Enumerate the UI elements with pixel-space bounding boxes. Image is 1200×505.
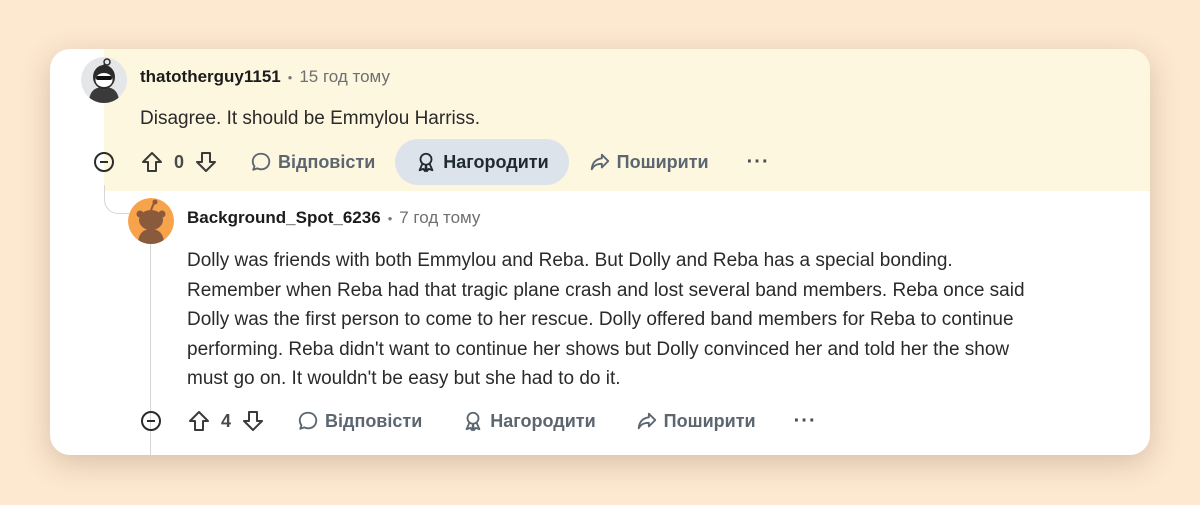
collapse-icon[interactable]	[94, 152, 114, 172]
user-avatar-icon	[81, 57, 127, 103]
meta-separator: •	[387, 210, 393, 226]
share-button[interactable]: Поширити	[622, 398, 770, 444]
thread-connector	[104, 185, 129, 214]
comment-line: Remember when Reba had that tragic plane…	[187, 279, 1025, 301]
timestamp[interactable]: 15 год тому	[299, 67, 390, 87]
upvote-icon[interactable]	[140, 150, 164, 174]
comment-meta: thatotherguy1151 • 15 год тому	[140, 67, 390, 87]
username[interactable]: Background_Spot_6236	[187, 208, 381, 228]
share-button[interactable]: Поширити	[575, 139, 723, 185]
vote-controls: 0	[140, 150, 218, 174]
timestamp[interactable]: 7 год тому	[399, 208, 480, 228]
comment-actions: 0 Відповісти Нагородити Поширити ···	[94, 139, 770, 185]
award-button[interactable]: Нагородити	[395, 139, 569, 185]
share-icon	[590, 153, 609, 171]
comment-line: must go on. It wouldn't be easy but she …	[187, 368, 621, 389]
vote-controls: 4	[187, 409, 265, 433]
comment-actions: 4 Відповісти Нагородити Поширити ···	[141, 398, 817, 444]
comment-line: Dolly was the first person to come to he…	[187, 309, 1014, 330]
more-options-button[interactable]: ···	[794, 410, 817, 433]
reply-button[interactable]: Відповісти	[283, 398, 436, 444]
avatar-thatotherguy1151[interactable]	[81, 57, 127, 103]
downvote-icon[interactable]	[194, 150, 218, 174]
username[interactable]: thatotherguy1151	[140, 67, 281, 87]
award-button[interactable]: Нагородити	[448, 398, 609, 444]
speech-bubble-icon	[251, 152, 271, 171]
share-label: Поширити	[663, 410, 756, 431]
snoo-avatar-icon	[128, 198, 174, 244]
award-label: Нагородити	[443, 151, 549, 172]
comment-body: Disagree. It should be Emmylou Harriss.	[140, 108, 481, 129]
vote-count: 4	[221, 410, 232, 431]
speech-bubble-icon	[298, 411, 318, 430]
avatar-background-spot-6236[interactable]	[128, 198, 174, 244]
share-icon	[637, 412, 656, 430]
award-icon	[418, 152, 434, 173]
reply-label: Відповісти	[325, 410, 423, 431]
award-label: Нагородити	[490, 410, 596, 431]
reply-label: Відповісти	[278, 151, 376, 172]
award-icon	[465, 411, 481, 432]
comment-thread-card: thatotherguy1151 • 15 год тому Disagree.…	[50, 49, 1150, 455]
vote-count: 0	[174, 151, 185, 172]
comment-line: Dolly was friends with both Emmylou and …	[187, 250, 953, 271]
reply-button[interactable]: Відповісти	[236, 139, 389, 185]
more-options-button[interactable]: ···	[747, 151, 770, 174]
comment-meta: Background_Spot_6236 • 7 год тому	[187, 208, 480, 228]
meta-separator: •	[287, 69, 293, 85]
downvote-icon[interactable]	[241, 409, 265, 433]
share-label: Поширити	[616, 151, 709, 172]
upvote-icon[interactable]	[187, 409, 211, 433]
comment-body: Dolly was friends with both Emmylou and …	[187, 246, 1025, 394]
comment-line: performing. Reba didn't want to continue…	[187, 338, 1010, 360]
collapse-icon[interactable]	[141, 411, 161, 431]
